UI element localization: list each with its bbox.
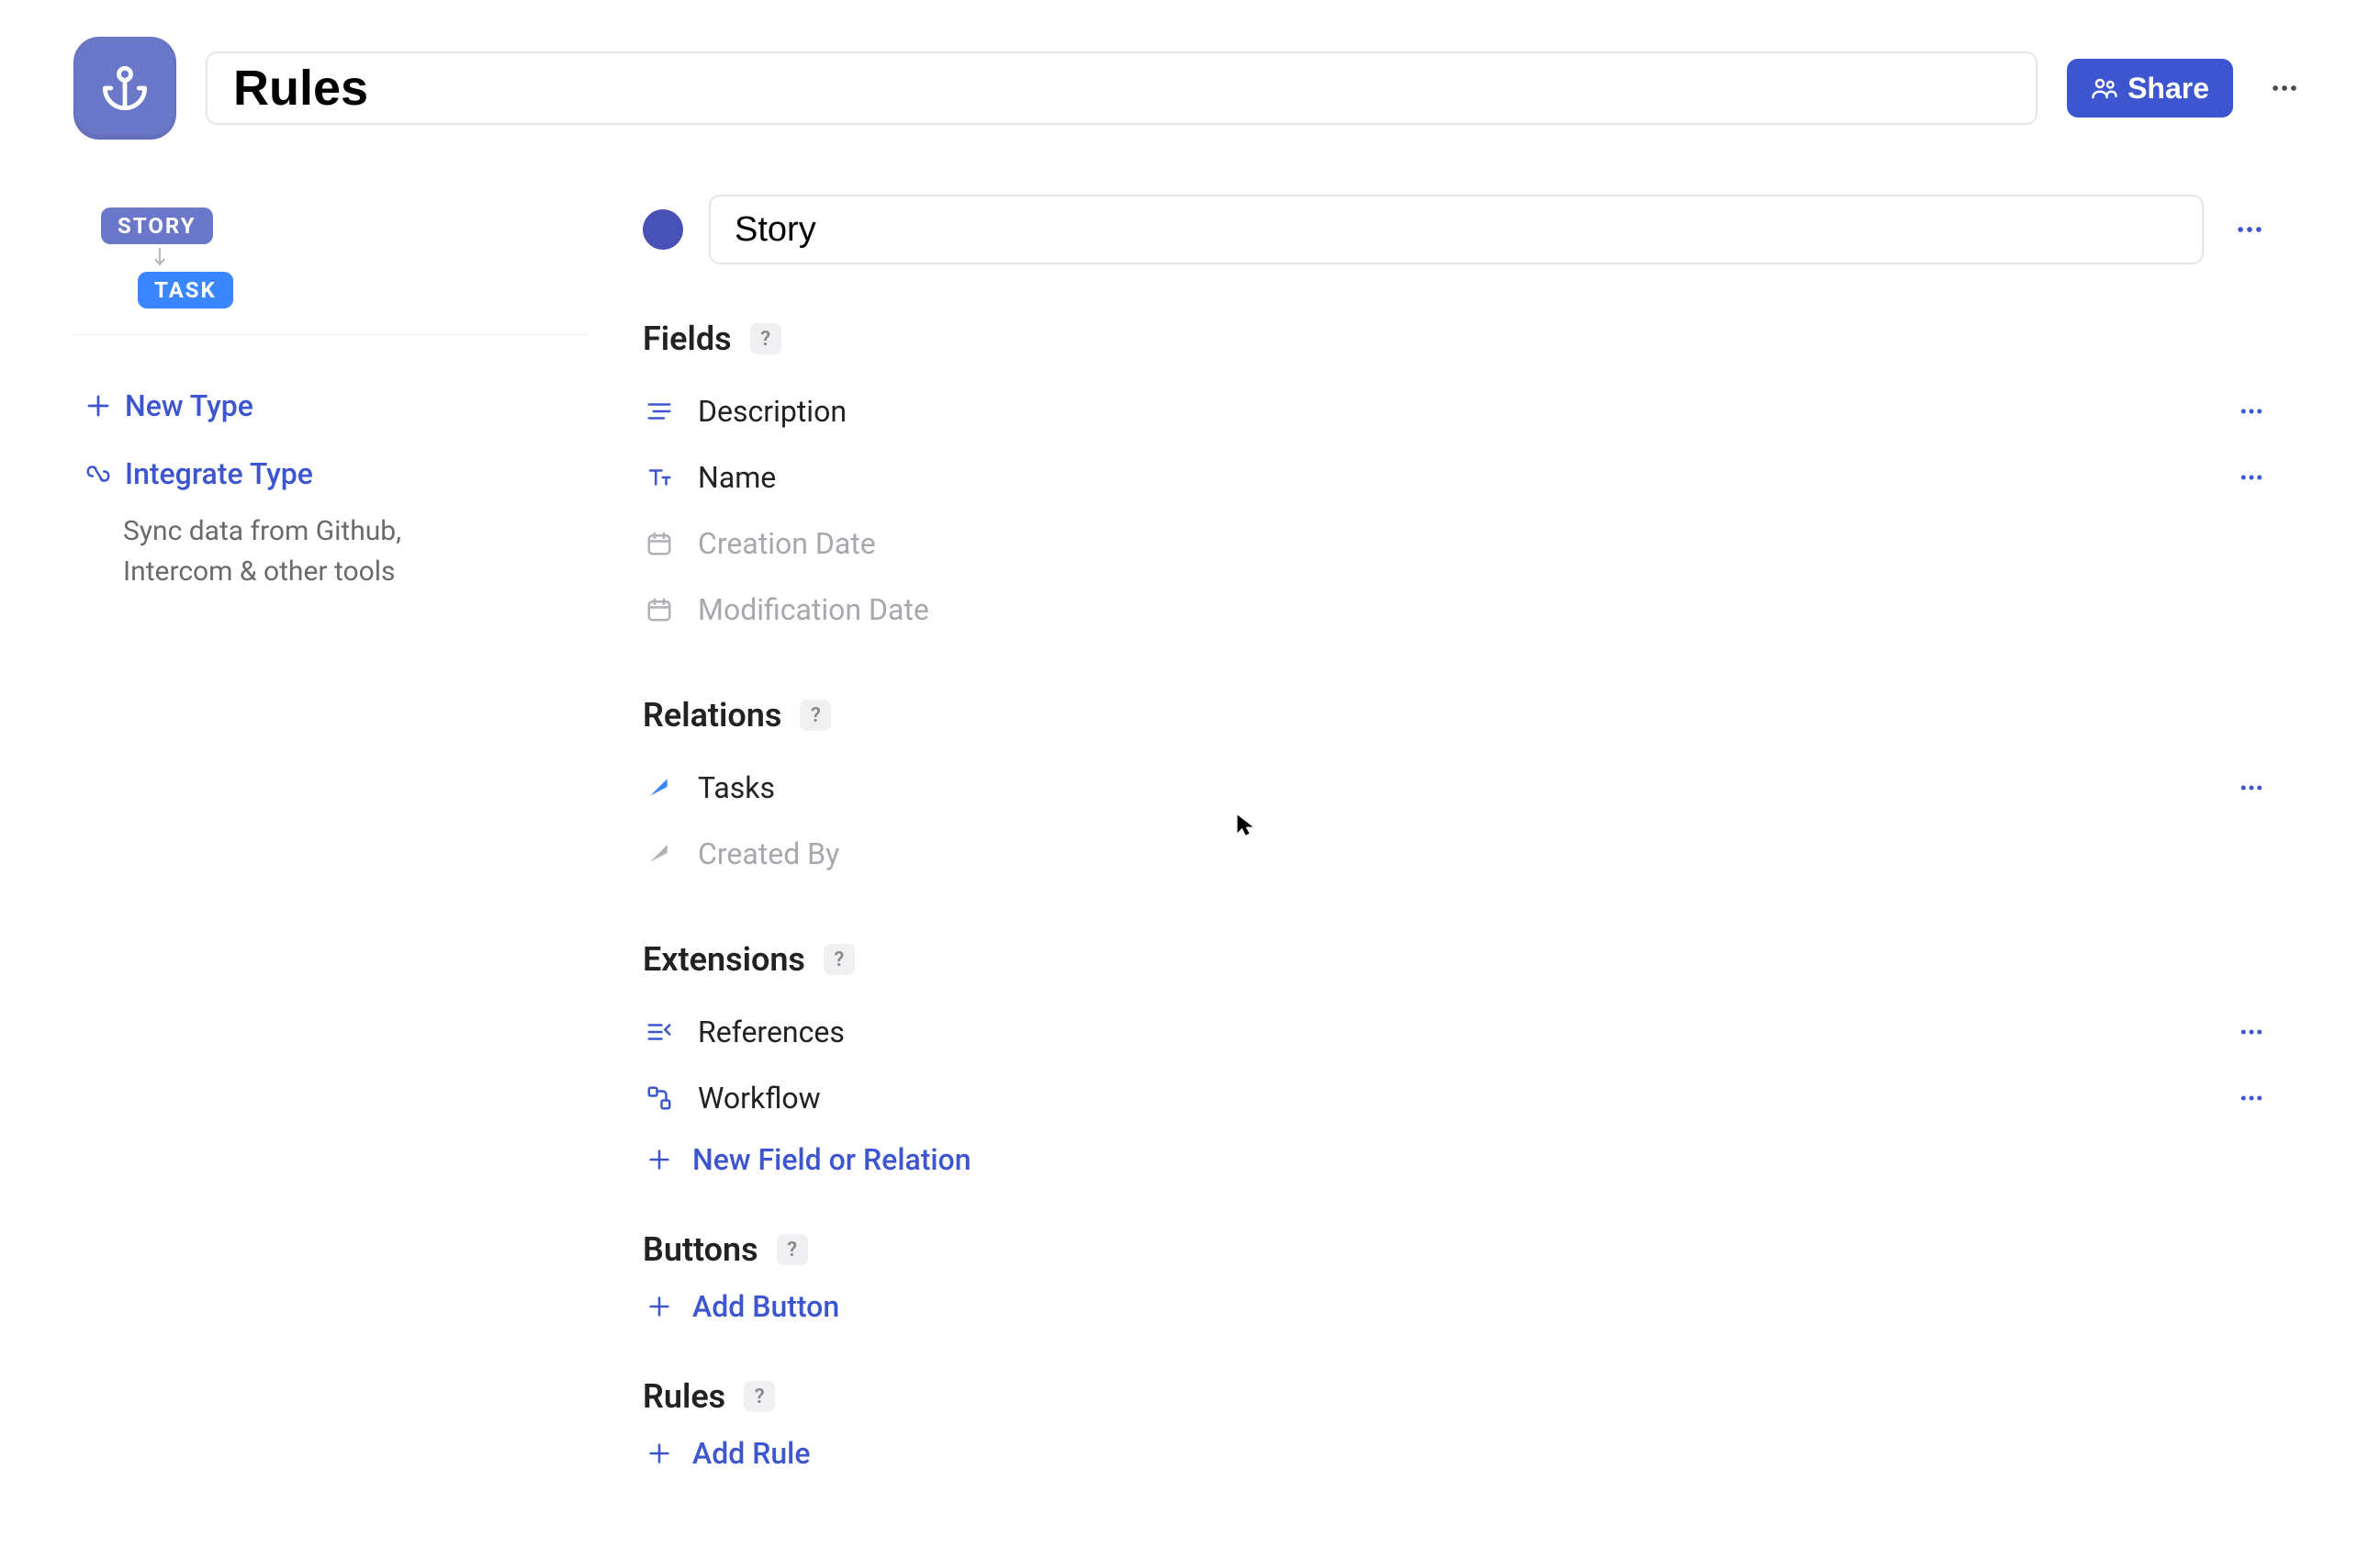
- more-horizontal-icon: [2238, 464, 2265, 491]
- add-rule-label: Add Rule: [692, 1436, 810, 1471]
- field-row[interactable]: Name: [643, 444, 2270, 510]
- more-horizontal-icon: [2238, 774, 2265, 802]
- field-row: Modification Date: [643, 577, 2270, 643]
- relation-row[interactable]: Tasks: [643, 755, 2270, 821]
- plug-icon: [84, 460, 112, 488]
- extension-more-button[interactable]: [2233, 1018, 2270, 1046]
- app-icon[interactable]: [73, 37, 176, 140]
- relation-label: Created By: [698, 836, 839, 871]
- text-block-icon: [643, 398, 676, 425]
- new-field-or-relation-button[interactable]: New Field or Relation: [643, 1142, 2270, 1177]
- relation-label: Tasks: [698, 770, 775, 805]
- field-label: Name: [698, 460, 776, 495]
- buttons-section-title: Buttons: [643, 1230, 758, 1269]
- buttons-help-icon[interactable]: ?: [777, 1234, 808, 1265]
- more-horizontal-icon: [2238, 1084, 2265, 1112]
- entity-more-button[interactable]: [2229, 214, 2270, 245]
- integrate-type-label: Integrate Type: [125, 456, 313, 491]
- relation-muted-icon: [643, 842, 676, 866]
- text-small-icon: [643, 464, 676, 491]
- new-type-label: New Type: [125, 388, 253, 423]
- relations-section-title: Relations: [643, 696, 781, 735]
- more-horizontal-icon: [2238, 1018, 2265, 1046]
- users-icon: [2091, 74, 2118, 102]
- field-row: Creation Date: [643, 510, 2270, 577]
- more-horizontal-icon: [2269, 73, 2300, 104]
- entity-title-input[interactable]: [709, 195, 2204, 264]
- field-label: Description: [698, 394, 847, 429]
- anchor-icon: [101, 64, 149, 112]
- entity-color-dot[interactable]: [643, 209, 683, 250]
- extension-label: References: [698, 1015, 845, 1049]
- share-button[interactable]: Share: [2067, 59, 2233, 118]
- calendar-icon: [643, 596, 676, 623]
- share-label: Share: [2127, 72, 2209, 106]
- relation-row: Created By: [643, 821, 2270, 887]
- more-horizontal-icon: [2238, 398, 2265, 425]
- extension-label: Workflow: [698, 1081, 821, 1116]
- extensions-section-title: Extensions: [643, 940, 805, 979]
- type-chip-task[interactable]: TASK: [138, 272, 233, 308]
- extension-row[interactable]: Workflow: [643, 1065, 2270, 1131]
- workflow-icon: [643, 1084, 676, 1112]
- plus-icon: [643, 1441, 676, 1466]
- add-button-button[interactable]: Add Button: [643, 1289, 2270, 1324]
- rules-section-title: Rules: [643, 1377, 725, 1416]
- fields-help-icon[interactable]: ?: [750, 323, 781, 354]
- plus-icon: [84, 392, 112, 420]
- new-type-button[interactable]: New Type: [73, 372, 588, 440]
- tree-connector-icon: [152, 248, 167, 268]
- plus-icon: [643, 1147, 676, 1172]
- extension-row[interactable]: References: [643, 999, 2270, 1065]
- integrate-type-button[interactable]: Integrate Type: [73, 440, 588, 508]
- references-icon: [643, 1018, 676, 1046]
- extensions-help-icon[interactable]: ?: [824, 944, 855, 975]
- header-more-button[interactable]: [2262, 66, 2307, 110]
- plus-icon: [643, 1294, 676, 1319]
- relation-icon: [643, 776, 676, 800]
- new-field-or-relation-label: New Field or Relation: [692, 1142, 971, 1177]
- field-label: Creation Date: [698, 526, 876, 561]
- field-more-button[interactable]: [2233, 398, 2270, 425]
- more-horizontal-icon: [2234, 214, 2265, 245]
- fields-section-title: Fields: [643, 320, 732, 358]
- extension-more-button[interactable]: [2233, 1084, 2270, 1112]
- page-title-input[interactable]: [206, 51, 2038, 125]
- field-label: Modification Date: [698, 592, 929, 627]
- rules-help-icon[interactable]: ?: [744, 1381, 775, 1412]
- type-chip-story[interactable]: STORY: [101, 207, 213, 244]
- relations-help-icon[interactable]: ?: [800, 700, 831, 731]
- integrate-type-description: Sync data from Github, Intercom & other …: [73, 511, 441, 591]
- calendar-icon: [643, 530, 676, 557]
- field-more-button[interactable]: [2233, 464, 2270, 491]
- relation-more-button[interactable]: [2233, 774, 2270, 802]
- add-rule-button[interactable]: Add Rule: [643, 1436, 2270, 1471]
- field-row[interactable]: Description: [643, 378, 2270, 444]
- add-button-label: Add Button: [692, 1289, 839, 1324]
- type-tree: STORY TASK: [73, 195, 588, 335]
